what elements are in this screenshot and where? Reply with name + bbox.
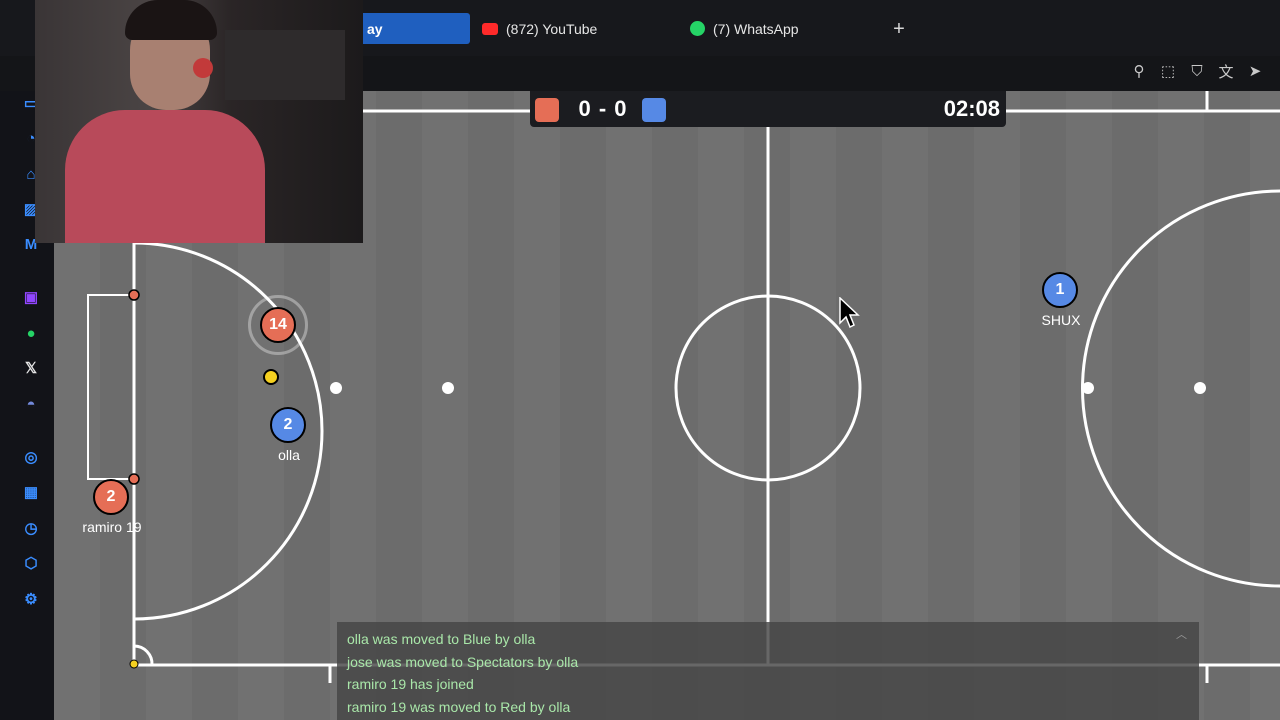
translate-icon[interactable]: 文 xyxy=(1217,62,1235,81)
chat-message: ramiro 19 was moved to Red by olla xyxy=(347,699,571,716)
blue-team-indicator xyxy=(642,98,666,122)
match-timer: 02:08 xyxy=(943,96,1000,121)
penalty-spot-left xyxy=(330,382,342,394)
player-number: 14 xyxy=(269,316,287,333)
tab-active[interactable]: ay xyxy=(355,13,470,44)
left-goal xyxy=(87,294,135,480)
tab-whatsapp-label: (7) WhatsApp xyxy=(713,20,799,37)
webcam-person-shirt xyxy=(65,110,265,243)
shield-icon[interactable]: ⛉ xyxy=(1188,62,1206,80)
scoreboard: 0 - 0 02:08 xyxy=(530,91,1006,127)
youtube-icon xyxy=(482,22,498,35)
ball xyxy=(263,369,279,385)
player-number: 1 xyxy=(1055,281,1065,298)
new-tab-button[interactable]: + xyxy=(886,16,912,42)
chat-log: olla was moved to Blue by olla jose was … xyxy=(337,622,1199,720)
whatsapp-icon[interactable]: ● xyxy=(20,322,42,344)
webcam-person-hair xyxy=(125,0,217,40)
player-name-olla: olla xyxy=(278,447,300,463)
extensions-icon[interactable]: ⬡ xyxy=(20,552,42,574)
twitch-icon[interactable]: ▣ xyxy=(20,286,42,308)
send-icon[interactable]: ➤ xyxy=(1246,62,1264,80)
left-goal-post-bottom xyxy=(128,473,140,485)
red-team-indicator xyxy=(535,98,559,122)
player-name-ramiro: ramiro 19 xyxy=(82,519,142,535)
chevron-up-icon[interactable]: ︿ xyxy=(1176,626,1187,642)
tab-whatsapp[interactable]: (7) WhatsApp xyxy=(678,13,868,44)
second-spot-right xyxy=(1082,382,1094,394)
tab-youtube-label: (872) YouTube xyxy=(506,20,598,37)
player-red-ramiro: 2 xyxy=(93,479,129,515)
opera-icon[interactable]: ◎ xyxy=(20,446,42,468)
second-spot-left xyxy=(442,382,454,394)
player-number: 2 xyxy=(106,488,116,505)
left-goal-post-top xyxy=(128,289,140,301)
chat-message: jose was moved to Spectators by olla xyxy=(347,653,579,670)
screenshot-icon[interactable]: ⬚ xyxy=(1159,62,1177,80)
penalty-spot-right xyxy=(1194,382,1206,394)
score-display: 0 - 0 xyxy=(578,96,628,121)
discord-icon[interactable]: ◓ xyxy=(20,393,42,415)
corner-marker xyxy=(129,659,139,669)
history-icon[interactable]: ◷ xyxy=(20,517,42,539)
headset-mic-icon xyxy=(193,58,213,78)
settings-icon[interactable]: ⚙ xyxy=(20,588,42,610)
grid-icon[interactable]: ▦ xyxy=(20,481,42,503)
player-red-14: 14 xyxy=(260,307,296,343)
player-name-shux: SHUX xyxy=(1041,312,1081,328)
player-number: 2 xyxy=(283,416,293,433)
player-blue-olla: 2 xyxy=(270,407,306,443)
chat-message: ramiro 19 has joined xyxy=(347,676,474,693)
right-penalty-arc xyxy=(1081,189,1280,588)
whatsapp-icon xyxy=(690,21,705,36)
pin-icon[interactable]: ⚲ xyxy=(1130,62,1148,80)
webcam-shelf xyxy=(225,30,345,100)
tab-youtube[interactable]: (872) YouTube xyxy=(470,13,650,44)
tab-active-label: ay xyxy=(367,20,383,37)
mouse-cursor-icon xyxy=(839,297,860,329)
chat-message: olla was moved to Blue by olla xyxy=(347,631,536,647)
player-blue-shux: 1 xyxy=(1042,272,1078,308)
x-icon[interactable]: 𝕏 xyxy=(20,357,42,379)
webcam-overlay xyxy=(35,0,363,243)
